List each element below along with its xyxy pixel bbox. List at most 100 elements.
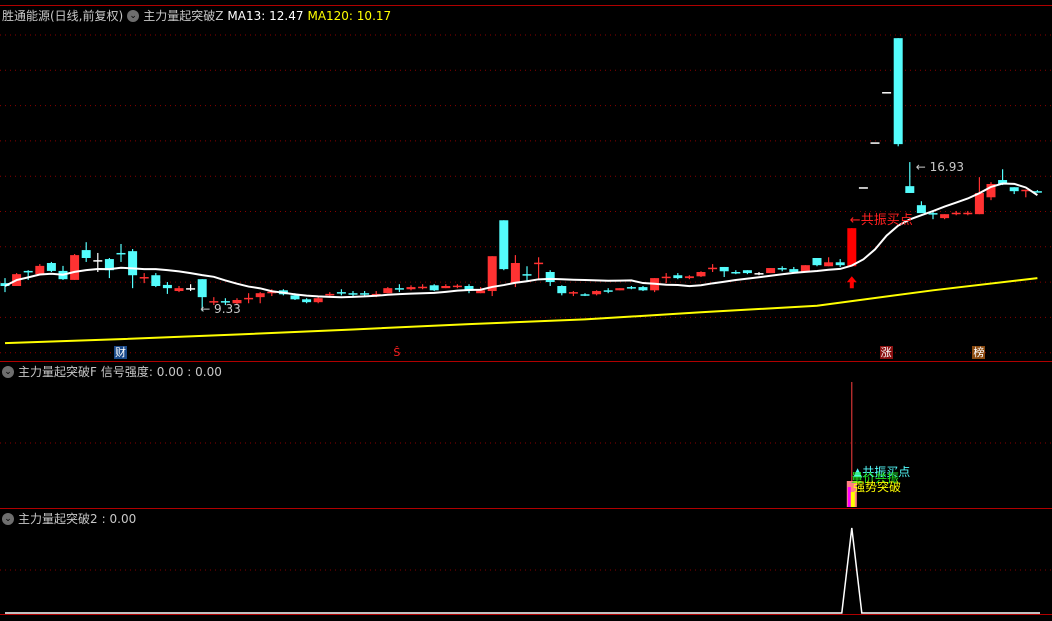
panel-divider-1 [0,361,1052,362]
panel2-header: ⌄ 主力量起突破F 信号强度: 0.00 : 0.00 [2,363,222,380]
high-price-label: ← 16.93 [916,160,964,174]
candle-body [394,288,404,290]
candle-body [777,268,787,270]
candle-body [615,288,625,291]
candle [452,284,462,289]
event-marker[interactable]: 榜 [972,346,986,359]
candle [824,257,834,267]
candle [522,266,532,282]
ma120-line [4,277,1038,345]
candle-body [151,275,161,287]
candle [661,273,671,284]
candle [46,261,56,272]
candle-body [313,298,323,303]
candle [580,293,590,297]
candle-body [418,286,428,289]
candle-body [638,287,648,291]
candle-body [626,287,636,289]
candle-body [719,266,729,272]
candle-body [557,286,567,294]
candle-body [963,212,973,215]
candle [162,282,172,294]
event-marker[interactable]: Ŝ [392,346,401,359]
candle [870,142,880,144]
candle [394,284,404,293]
candle [348,291,358,297]
candle-body [742,270,752,274]
candle [603,288,613,294]
candle-body [255,293,265,298]
candle [650,278,660,293]
candle-body [522,274,532,276]
candle [696,271,706,278]
candle [742,270,752,275]
candle [754,271,764,276]
candle [336,289,346,296]
candle [70,254,80,280]
candle-body [545,271,555,283]
candle [1021,189,1031,198]
candle-body [441,286,451,289]
candle-body [116,252,126,255]
candle-body [882,92,892,94]
candle [81,242,91,262]
candle-body [870,142,880,144]
candle [638,286,648,292]
candle [708,264,718,272]
candle [383,287,393,294]
panel3-title[interactable]: 主力量起突破2 [18,510,98,527]
candle [812,257,822,267]
candle [464,284,474,294]
candle [186,284,196,292]
candle [905,162,915,193]
candle-body [928,213,938,215]
low-price-label: ← 9.33 [200,302,241,316]
candle-body [661,276,671,279]
panel2-value: 信号强度: 0.00 : 0.00 [100,365,222,379]
candle [835,259,845,267]
candle-body [696,271,706,277]
candle-body [754,273,764,275]
candle [313,297,323,304]
panel2-title[interactable]: 主力量起突破F [18,363,97,380]
candle-body [429,285,439,291]
candle-body [510,263,520,284]
candle-body [81,250,91,258]
event-marker[interactable]: 涨 [879,346,893,359]
candle-body [139,277,149,279]
candle-body [186,288,196,290]
panel3-value: : 0.00 [101,511,137,526]
candle [777,266,787,272]
candle [418,284,428,290]
candle-body [916,205,926,214]
candle-body [162,284,172,289]
candle [568,291,578,297]
candle [406,285,416,291]
candle-body [197,279,207,298]
candle [673,273,683,280]
candle-body [568,292,578,294]
candle-body [1009,187,1019,192]
candle-body [812,257,822,266]
candle [487,256,497,297]
candle [499,220,509,271]
candle-body [684,276,694,279]
candle-body [905,186,915,193]
candle [626,286,636,290]
up-arrow-icon [846,276,857,289]
candle [847,228,857,267]
candle [244,293,254,304]
candle [951,210,961,216]
candlestick-chart[interactable]: ← 16.93 ← 9.33 ←共振买点 [0,0,1052,621]
event-marker[interactable]: 财 [114,346,127,359]
candle-body [673,275,683,279]
candle [116,243,126,262]
candle-body [302,299,312,303]
chevron-down-icon[interactable]: ⌄ [2,365,14,378]
candle [174,286,184,293]
candle [441,284,451,289]
chevron-down-icon[interactable]: ⌄ [2,512,14,525]
candle-body [940,214,950,219]
candle-body [174,288,184,292]
candle [302,298,312,304]
